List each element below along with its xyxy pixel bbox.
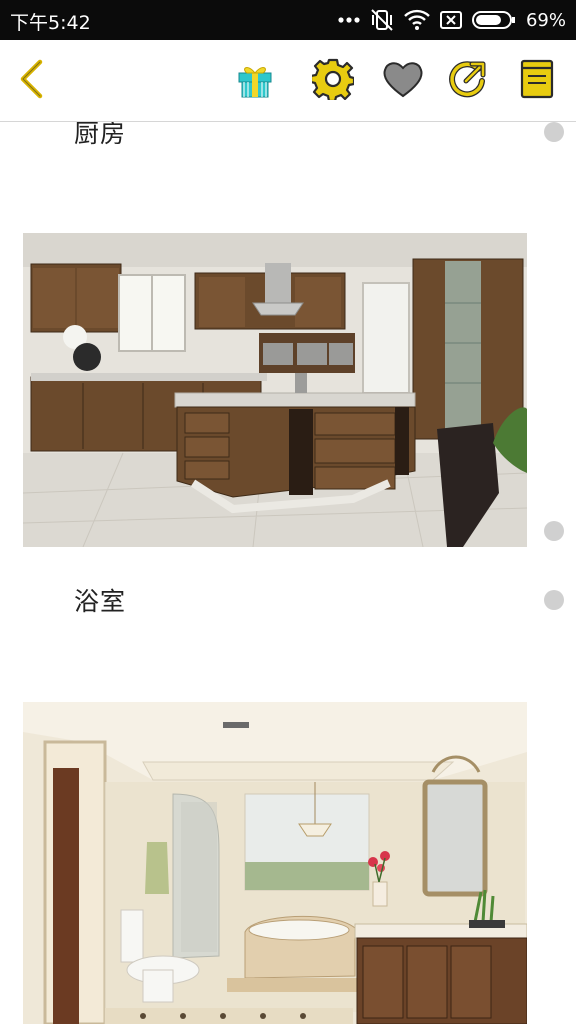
heart-icon [382,60,424,102]
settings-button[interactable] [309,58,356,104]
section-title-kitchen: 厨房 [74,122,127,148]
wifi-icon [404,9,430,31]
toolbar [0,40,576,122]
sim-x-icon [439,10,462,30]
content-scroll[interactable]: 厨房 浴室 [0,122,576,1024]
section-title-bathroom: 浴室 [74,587,127,616]
notes-icon [519,58,555,104]
section-dot [544,521,564,541]
bathroom-photo[interactable] [23,702,527,1024]
section-dot [544,122,564,142]
status-time: 下午5:42 [10,12,91,34]
share-button[interactable] [445,58,491,104]
back-button[interactable] [8,58,54,104]
share-icon [448,59,488,103]
status-bar: 下午5:42 69% [0,0,576,40]
battery-percent: 69% [525,9,566,31]
gift-icon [235,59,275,103]
back-arrow-icon [16,59,46,103]
gift-button[interactable] [232,58,278,104]
status-icons: 69% [338,6,566,34]
kitchen-photo[interactable] [23,233,527,547]
more-dots-icon [338,16,360,24]
battery-icon [471,10,516,30]
favorite-button[interactable] [380,58,426,104]
section-dot [544,590,564,610]
settings-gear-icon [309,58,356,104]
notes-button[interactable] [514,58,560,104]
vibrate-off-icon [370,8,394,32]
